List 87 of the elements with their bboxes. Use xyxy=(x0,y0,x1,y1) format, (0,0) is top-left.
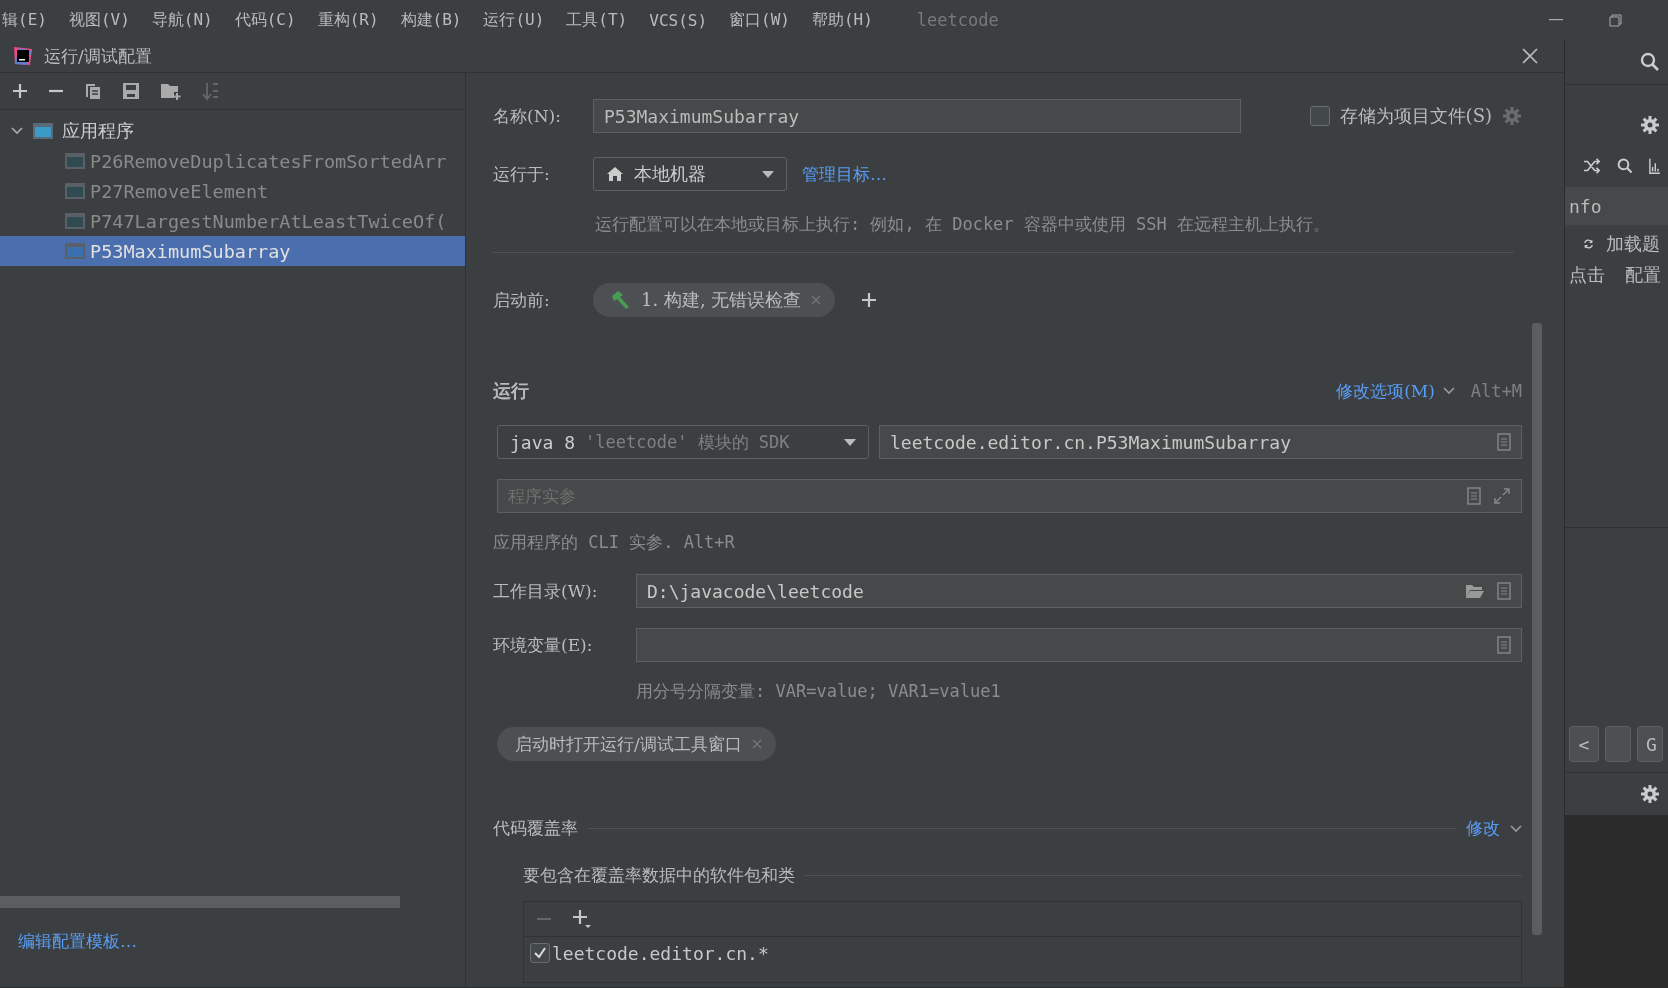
run-on-hint: 运行配置可以在本地或目标上执行: 例如, 在 Docker 容器中或使用 SSH 在远程主机上执行。 xyxy=(595,213,1331,236)
modify-options-link[interactable]: 修改选项(M) xyxy=(1336,379,1435,403)
manage-targets-link[interactable]: 管理目标… xyxy=(802,162,887,186)
panel-text: 加载题 xyxy=(1606,232,1660,256)
sdk-dropdown[interactable]: java 8 'leetcode' 模块的 SDK xyxy=(497,425,869,459)
menu-item[interactable]: 工具(T) xyxy=(566,9,628,31)
application-icon xyxy=(64,242,86,260)
package-entry[interactable]: leetcode.editor.cn.* xyxy=(552,942,1521,964)
checkbox[interactable] xyxy=(530,943,550,963)
subsection-title: 要包含在覆盖率数据中的软件包和类 xyxy=(523,864,795,887)
tree-item[interactable]: P747LargestNumberAtLeastTwiceOf( xyxy=(0,206,465,236)
panel-text: 点击 xyxy=(1569,263,1605,287)
document-icon[interactable] xyxy=(1497,636,1511,654)
expand-icon[interactable] xyxy=(1493,487,1511,505)
menu-item[interactable]: 构建(B) xyxy=(400,9,462,31)
caret-icon xyxy=(844,438,856,446)
scrollbar-thumb[interactable] xyxy=(1532,323,1542,935)
section-title: 代码覆盖率 xyxy=(493,817,578,840)
checkbox[interactable] xyxy=(1309,106,1330,126)
panel-header: nfo xyxy=(1569,195,1602,217)
menu-item[interactable]: 窗口(W) xyxy=(729,9,790,31)
application-icon xyxy=(64,212,86,230)
application-icon xyxy=(64,182,86,200)
restore-icon[interactable] xyxy=(1609,13,1622,27)
chevron-icon[interactable] xyxy=(1510,824,1522,833)
menu-item[interactable]: 辑(E) xyxy=(2,9,47,31)
workdir-label: 工作目录(W): xyxy=(493,579,599,603)
shuffle-icon[interactable] xyxy=(1583,158,1601,174)
workdir-field[interactable]: D:\javacode\leetcode xyxy=(636,574,1522,608)
hammer-icon xyxy=(609,290,631,310)
env-label: 环境变量(E): xyxy=(493,633,594,657)
before-launch-label: 启动前: xyxy=(493,288,551,312)
tree-item[interactable]: P26RemoveDuplicatesFromSortedArr xyxy=(0,146,465,176)
application-icon xyxy=(32,122,54,140)
caret-icon xyxy=(762,170,774,178)
shortcut-hint: Alt+M xyxy=(1470,381,1522,401)
store-as-file-label[interactable]: 存储为项目文件(S) xyxy=(1339,104,1492,128)
menu-item[interactable]: 代码(C) xyxy=(234,9,296,31)
run-on-label: 运行于: xyxy=(493,162,551,186)
folder-icon[interactable] xyxy=(1465,583,1485,599)
add-icon[interactable] xyxy=(861,292,878,308)
new-folder-icon[interactable] xyxy=(160,82,182,100)
option-chip[interactable]: 启动时打开运行/调试工具窗口 xyxy=(497,727,776,761)
project-name: leetcode xyxy=(916,10,999,30)
search-icon[interactable] xyxy=(1617,157,1634,175)
bar-chart-icon[interactable] xyxy=(1649,157,1660,175)
panel-button[interactable]: G xyxy=(1637,726,1663,762)
document-icon[interactable] xyxy=(1497,582,1511,600)
task-chip[interactable]: 1. 构建, 无错误检查 xyxy=(593,283,836,317)
minimize-icon[interactable] xyxy=(1549,19,1563,21)
document-icon[interactable] xyxy=(1467,487,1481,505)
modify-link[interactable]: 修改 xyxy=(1466,817,1500,840)
menu-item[interactable]: 重构(R) xyxy=(317,9,379,31)
menu-item[interactable]: 运行(U) xyxy=(483,9,545,31)
tree-item[interactable]: P53MaximumSubarray xyxy=(0,236,465,266)
document-icon[interactable] xyxy=(1497,433,1511,451)
search-icon[interactable] xyxy=(1640,52,1660,72)
chevron-icon[interactable] xyxy=(1442,387,1455,395)
dialog-title: 运行/调试配置 xyxy=(44,44,152,68)
env-field[interactable] xyxy=(636,628,1522,662)
menu-item[interactable]: 帮助(H) xyxy=(811,9,873,31)
panel-button[interactable]: < xyxy=(1569,726,1599,762)
main-class-field[interactable]: leetcode.editor.cn.P53MaximumSubarray xyxy=(879,425,1522,459)
name-label: 名称(N): xyxy=(493,104,562,128)
scrollbar-thumb[interactable] xyxy=(0,896,400,908)
name-field[interactable]: P53MaximumSubarray xyxy=(593,99,1241,133)
menu-item[interactable]: 视图(V) xyxy=(68,9,130,31)
add-icon[interactable] xyxy=(572,909,592,929)
save-icon[interactable] xyxy=(122,82,140,100)
menu-item[interactable]: VCS(S) xyxy=(649,10,708,30)
gear-icon[interactable] xyxy=(1640,784,1660,804)
menu-item[interactable]: 导航(N) xyxy=(151,9,213,31)
tree-item[interactable]: P27RemoveElement xyxy=(0,176,465,206)
section-title: 运行 xyxy=(493,379,529,403)
panel-text: 配置 xyxy=(1625,263,1661,287)
run-on-dropdown[interactable]: 本地机器 xyxy=(593,157,787,191)
app-logo-icon xyxy=(12,45,34,67)
application-icon xyxy=(64,152,86,170)
env-hint: 用分号分隔变量: VAR=value; VAR1=value1 xyxy=(636,680,1002,703)
close-icon[interactable] xyxy=(1522,48,1538,64)
program-args-hint: 应用程序的 CLI 实参. Alt+R xyxy=(493,531,736,554)
house-icon xyxy=(606,166,624,182)
gear-icon[interactable] xyxy=(1640,115,1660,135)
add-icon[interactable] xyxy=(12,83,28,99)
edit-templates-link[interactable]: 编辑配置模板… xyxy=(18,930,465,953)
copy-icon[interactable] xyxy=(84,82,102,100)
tree-item[interactable]: 应用程序 xyxy=(62,119,134,143)
